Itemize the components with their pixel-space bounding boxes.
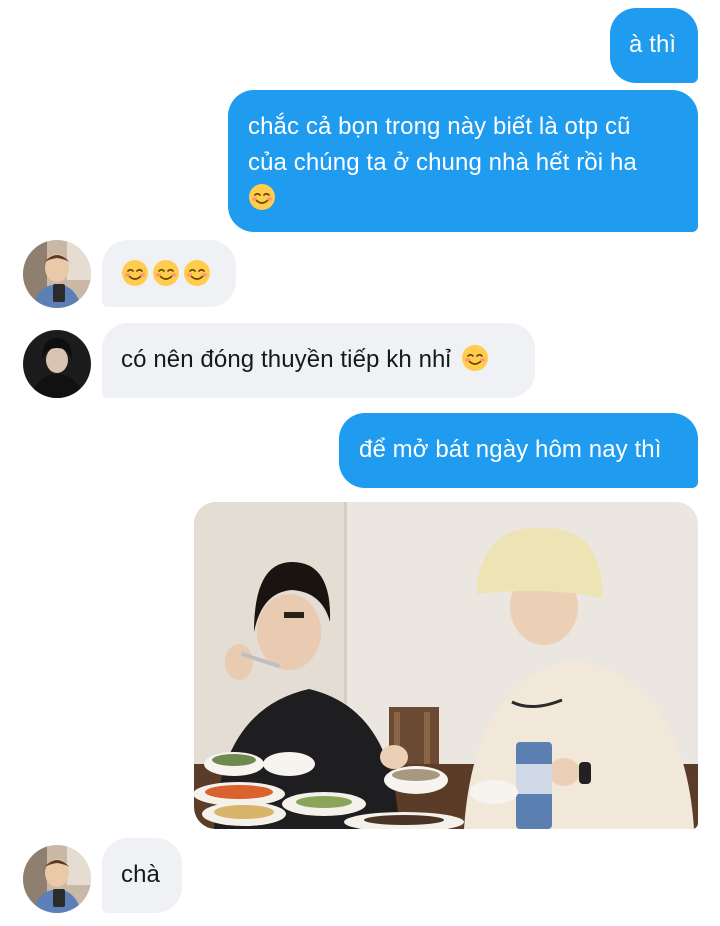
message-bubble-outgoing[interactable]: à thì: [610, 8, 698, 83]
smiling-face-icon: [461, 345, 488, 371]
avatar[interactable]: [23, 240, 91, 308]
message-text: à thì: [629, 31, 677, 58]
message-bubble-incoming[interactable]: có nên đóng thuyền tiếp kh nhỉ: [102, 323, 535, 398]
avatar[interactable]: [23, 845, 91, 913]
smiling-face-icon: [122, 260, 148, 286]
avatar[interactable]: [23, 330, 91, 398]
message-text-line: của chúng ta ở chung nhà hết rồi ha: [248, 149, 637, 176]
message-photo[interactable]: [194, 502, 698, 829]
message-text: có nên đóng thuyền tiếp kh nhỉ: [121, 346, 451, 373]
smiling-face-icon: [249, 184, 275, 210]
message-text: chà: [121, 861, 160, 888]
message-bubble-incoming[interactable]: chà: [102, 838, 182, 913]
smiling-face-icon: [184, 260, 210, 286]
message-text: để mở bát ngày hôm nay thì: [359, 436, 662, 463]
message-bubble-outgoing[interactable]: để mở bát ngày hôm nay thì: [339, 413, 698, 488]
message-bubble-outgoing[interactable]: chắc cả bọn trong này biết là otp cũ của…: [228, 90, 698, 232]
message-bubble-incoming[interactable]: [102, 240, 236, 307]
message-text-line: chắc cả bọn trong này biết là otp cũ: [248, 113, 631, 140]
smiling-face-icon: [153, 260, 179, 286]
photo-two-people-eating-icon: [194, 502, 698, 829]
